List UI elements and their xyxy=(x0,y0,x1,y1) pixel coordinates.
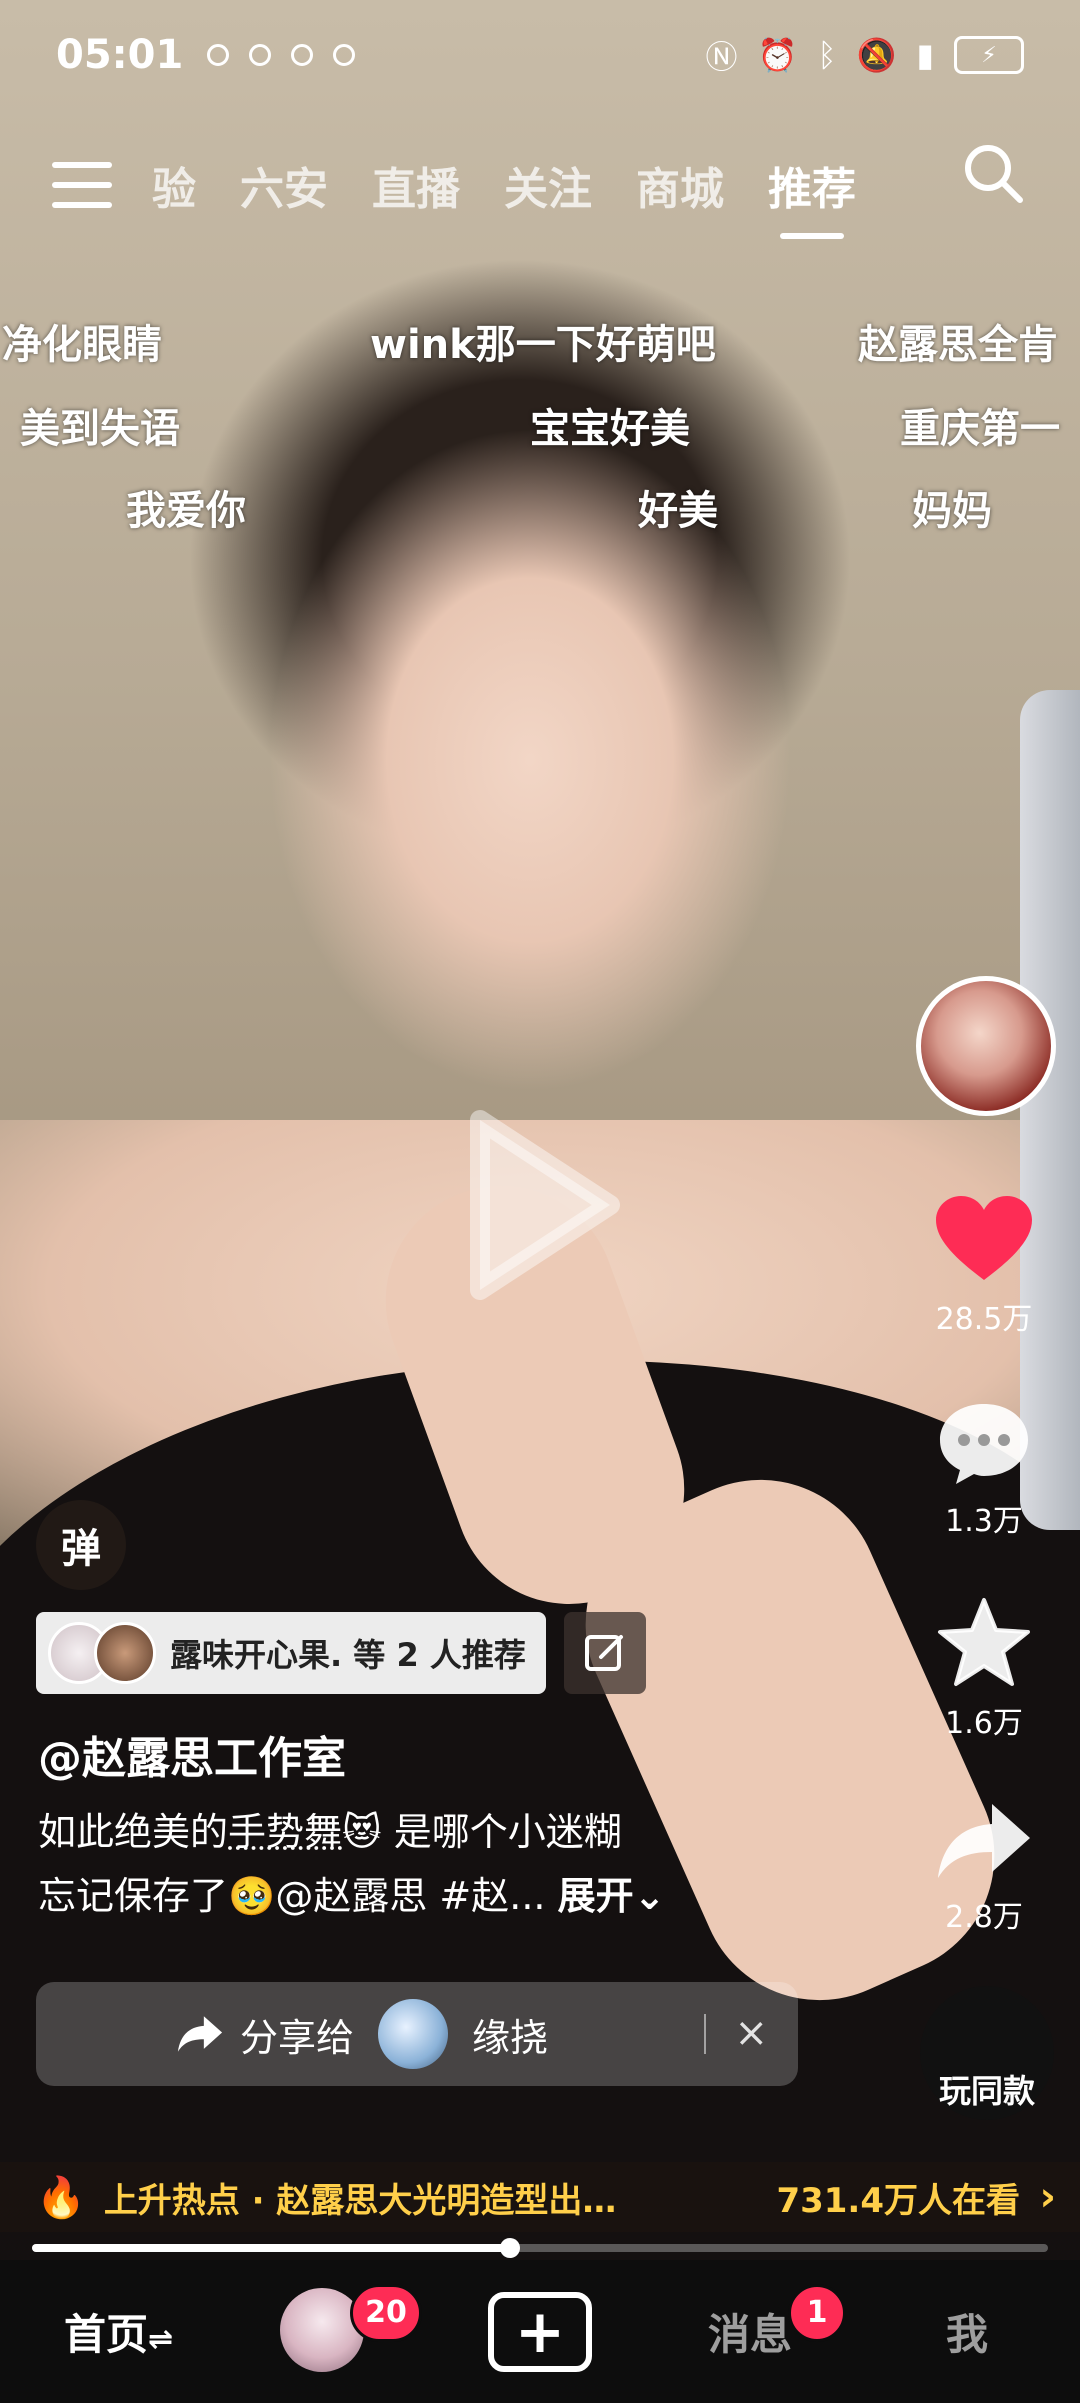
tab-recommend[interactable]: 推荐 xyxy=(768,153,856,239)
video-description[interactable]: 如此绝美的手势舞😻 是哪个小迷糊 忘记保存了🥹@赵露思 #赵... 展开⌄ xyxy=(38,1800,758,1928)
bluetooth-icon: ᛒ xyxy=(817,36,837,74)
notification-dot-icon xyxy=(333,44,356,66)
flame-icon: 🔥 xyxy=(36,2174,86,2221)
hamburger-menu-icon[interactable] xyxy=(52,162,112,208)
desc-text: 忘记保存了🥹@赵露思 #赵... xyxy=(38,1874,546,1918)
comment-button[interactable]: 1.3万 xyxy=(914,1400,1054,1540)
alarm-icon: ⏰ xyxy=(757,36,798,74)
recommender-avatar xyxy=(94,1622,156,1684)
danmaku-comment: wink那一下好萌吧 xyxy=(370,322,716,368)
expand-button[interactable]: 展开⌄ xyxy=(558,1874,666,1918)
share-label: 分享给 xyxy=(240,2015,355,2060)
like-count: 28.5万 xyxy=(935,1302,1033,1337)
edit-icon xyxy=(584,1635,623,1671)
status-bar: 05:01 Ⓝ ⏰ ᛒ 🔕 ▮ ⚡ xyxy=(0,0,1080,110)
desc-text: 😻 是哪个小迷糊 xyxy=(342,1810,622,1854)
share-arrow-icon xyxy=(177,2016,223,2052)
nav-create-button[interactable]: + xyxy=(488,2292,592,2372)
friends-badge: 20 xyxy=(350,2284,422,2342)
messages-badge: 1 xyxy=(788,2284,846,2342)
signal-icon: ▮ xyxy=(916,36,934,74)
danmaku-toggle-button[interactable]: 弹 xyxy=(36,1500,126,1590)
tab-live[interactable]: 直播 xyxy=(372,153,460,217)
notification-dot-icon xyxy=(249,44,272,66)
hot-topic-bar[interactable]: 🔥 上升热点 · 赵露思大光明造型出… 731.4万人在看 › xyxy=(0,2162,1080,2232)
status-time: 05:01 xyxy=(56,32,184,78)
share-arrow-icon xyxy=(938,1804,1030,1878)
share-count: 2.8万 xyxy=(945,1900,1023,1935)
play-same-button[interactable]: 玩同款 xyxy=(920,1986,1054,2120)
danmaku-comment: 重庆第一 xyxy=(900,406,1060,452)
tab-following[interactable]: 关注 xyxy=(504,153,592,217)
close-icon[interactable]: × xyxy=(734,2010,768,2056)
heart-icon xyxy=(936,1196,1032,1280)
progress-knob[interactable] xyxy=(499,2238,520,2258)
divider xyxy=(704,2014,706,2054)
favorite-button[interactable]: 1.6万 xyxy=(914,1596,1054,1742)
recommend-text: 露味开心果. 等 2 人推荐 xyxy=(170,1636,526,1674)
tab-partial[interactable]: 验 xyxy=(152,153,196,217)
nfc-icon: Ⓝ xyxy=(705,38,738,76)
progress-fill xyxy=(32,2244,510,2252)
status-notification-icons xyxy=(207,44,356,66)
comment-count: 1.3万 xyxy=(945,1504,1023,1539)
nav-home-label: 首页 xyxy=(64,2310,149,2359)
author-handle[interactable]: @赵露思工作室 xyxy=(38,1722,346,1786)
comment-icon xyxy=(940,1404,1028,1484)
nav-me[interactable]: 我 xyxy=(946,2301,988,2362)
danmaku-comment: 我爱你 xyxy=(126,488,246,534)
tab-mall[interactable]: 商城 xyxy=(636,153,724,217)
hot-topic-text: 上升热点 · 赵露思大光明造型出… xyxy=(103,2180,617,2221)
share-button[interactable]: 2.8万 xyxy=(914,1800,1054,1936)
danmaku-comment: 赵露思全肯 xyxy=(858,322,1058,368)
nav-home[interactable]: 首页⇌ xyxy=(64,2301,173,2362)
danmaku-comment: 好美 xyxy=(638,488,718,534)
star-icon xyxy=(938,1598,1030,1686)
share-target-avatar xyxy=(378,1999,449,2069)
bottom-nav: 首页⇌ 20 + 消息 1 我 xyxy=(0,2260,1080,2403)
notification-dot-icon xyxy=(207,44,230,66)
danmaku-toggle-label: 弹 xyxy=(61,1526,101,1572)
swap-icon: ⇌ xyxy=(148,2322,174,2357)
share-target-name: 缘挠 xyxy=(472,2015,549,2060)
tab-liuan[interactable]: 六安 xyxy=(240,153,328,217)
recommend-pill[interactable]: 露味开心果. 等 2 人推荐 xyxy=(36,1612,546,1694)
danmaku-comment: 妈妈 xyxy=(912,488,992,534)
chevron-right-icon: › xyxy=(1039,2174,1056,2220)
desc-topic-link[interactable]: 手势舞 xyxy=(228,1810,342,1854)
nav-messages[interactable]: 消息 xyxy=(708,2301,792,2362)
recommend-bar: 露味开心果. 等 2 人推荐 xyxy=(36,1612,646,1694)
play-same-label: 玩同款 xyxy=(938,2072,1035,2110)
like-button[interactable]: 28.5万 xyxy=(914,1194,1054,1338)
feed-tabs: 验 六安 直播 关注 商城 推荐 xyxy=(152,153,856,239)
danmaku-comment: 美到失语 xyxy=(20,406,180,452)
mute-icon: 🔕 xyxy=(856,36,897,74)
video-progress-bar[interactable] xyxy=(32,2238,1048,2258)
quick-share-bar[interactable]: 分享给 缘挠 × xyxy=(36,1982,798,2086)
top-nav: 验 六安 直播 关注 商城 推荐 xyxy=(0,130,1080,240)
plus-icon: + xyxy=(514,2297,566,2367)
notification-dot-icon xyxy=(291,44,314,66)
favorite-count: 1.6万 xyxy=(945,1706,1023,1741)
play-icon[interactable] xyxy=(460,1110,620,1300)
chevron-down-icon: ⌄ xyxy=(633,1874,666,1918)
battery-charging-icon: ⚡ xyxy=(954,36,1024,74)
viewer-count: 731.4万人在看 xyxy=(776,2180,1020,2221)
author-avatar[interactable] xyxy=(916,976,1056,1116)
danmaku-comment: 宝宝好美 xyxy=(530,406,690,452)
desc-text: 如此绝美的 xyxy=(38,1810,229,1854)
danmaku-comment: 净化眼睛 xyxy=(2,322,162,368)
edit-recommend-button[interactable] xyxy=(563,1612,646,1694)
search-icon[interactable] xyxy=(960,140,1026,206)
